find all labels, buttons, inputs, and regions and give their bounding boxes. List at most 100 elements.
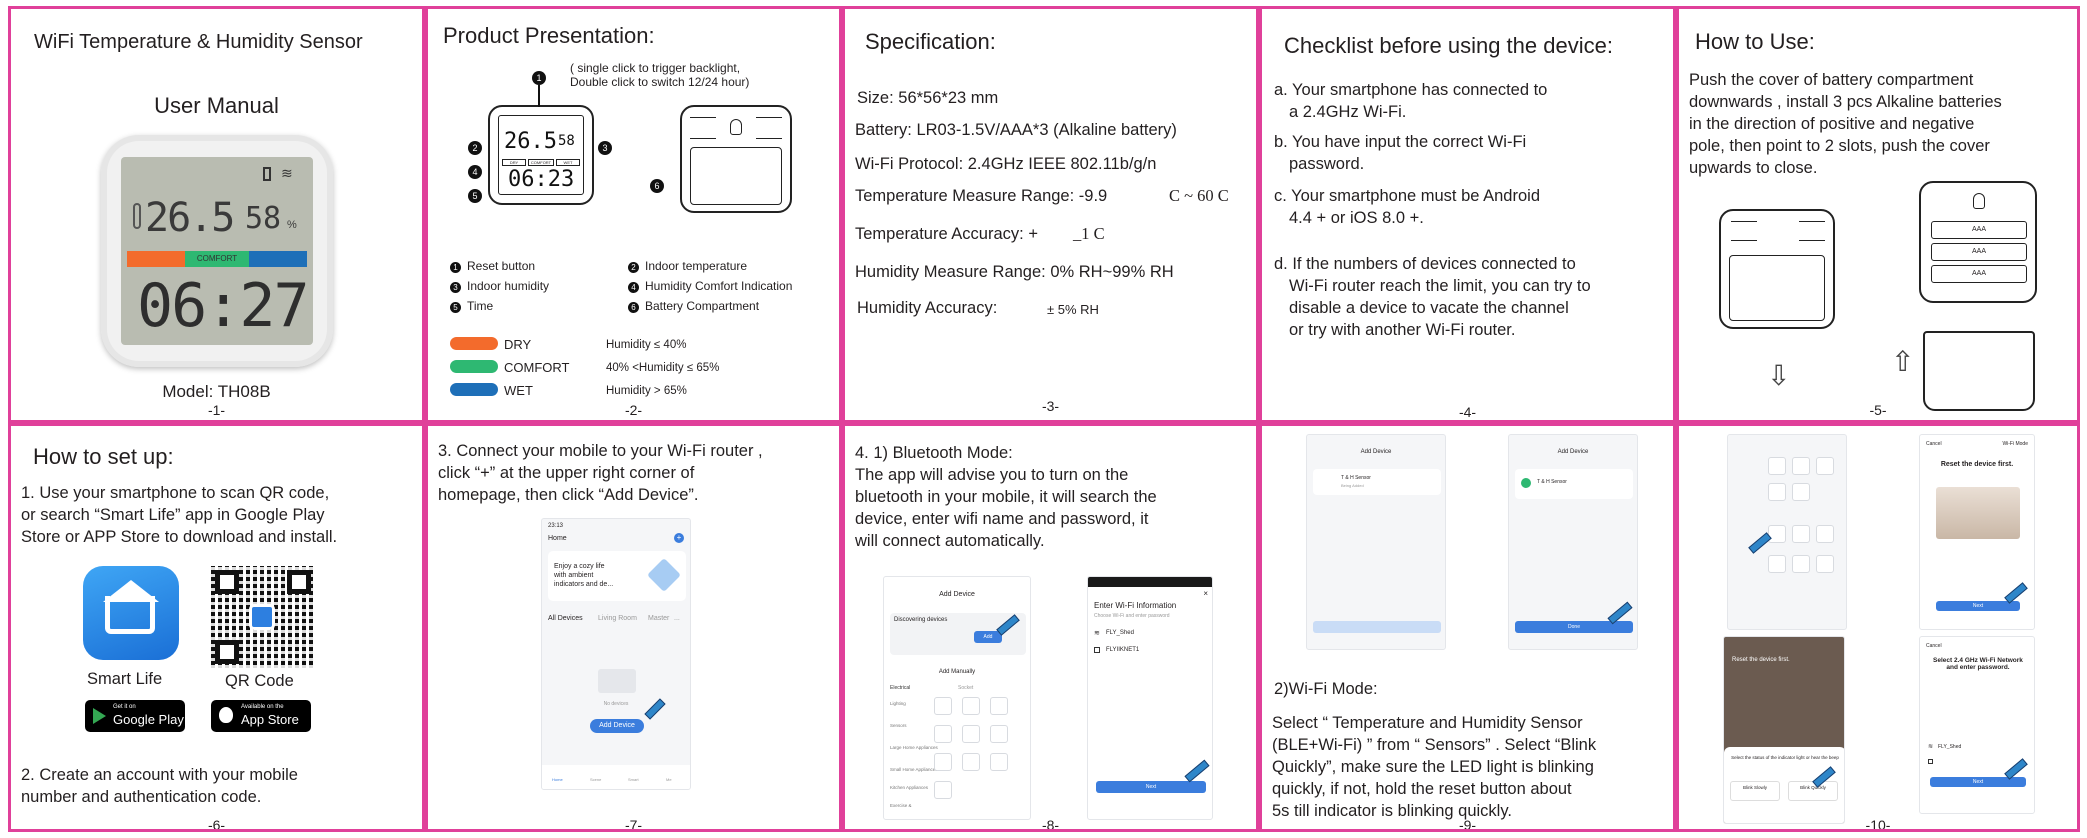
comfort-bar-dry xyxy=(127,251,185,267)
device-photo: 26.5 58 % ≋ COMFORT 06:27 xyxy=(101,135,333,367)
phone-screen-blink: Reset the device first. Select the statu… xyxy=(1723,636,1845,824)
phone-screen-reset: Cancel Wi-Fi Mode Reset the device first… xyxy=(1919,434,2035,630)
page-number: -7- xyxy=(624,817,643,832)
device-open-drawing xyxy=(1719,209,1835,329)
legend-2: 2 Indoor temperature xyxy=(628,259,747,273)
spec-temp-range-end: C ~ 60 C xyxy=(1169,186,1229,205)
spec-hum-range: Humidity Measure Range: 0% RH~99% RH xyxy=(855,263,1174,281)
phone-screen-discover: Add Device Discovering devices Add Add M… xyxy=(883,576,1031,820)
spec-battery: Battery: LR03-1.5V/AAA*3 (Alkaline batte… xyxy=(855,121,1177,139)
page-number: -3- xyxy=(1041,398,1060,414)
setup-l1: 1. Use your smartphone to scan QR code, xyxy=(21,484,330,502)
done-button[interactable]: Done xyxy=(1515,621,1633,633)
check-d3: disable a device to vacate the channel xyxy=(1289,299,1569,317)
phone-screen-wifi-select: Cancel Select 2.4 GHz Wi-Fi Network and … xyxy=(1919,636,2035,814)
app-store-badge[interactable]: Available on the App Store xyxy=(211,700,311,732)
battery-2: AAA xyxy=(1931,243,2027,261)
phone-screen-done: Add Device T & H Sensor Done xyxy=(1508,434,1638,650)
tab-living-room[interactable]: Living Room xyxy=(598,615,637,622)
legend-6: 6 Battery Compartment xyxy=(628,299,759,313)
wifi-mode-heading: 2)Wi-Fi Mode: xyxy=(1274,680,1378,698)
reset-note-1: ( single click to trigger backlight, xyxy=(570,61,741,75)
smart-life-app-icon[interactable] xyxy=(83,566,179,660)
ssid-field[interactable]: FLY_Shed xyxy=(1106,630,1134,636)
google-play-badge[interactable]: Get it on Google Play xyxy=(85,700,185,732)
pointer-arrow-icon xyxy=(1184,759,1210,783)
howto-l2: downwards , install 3 pcs Alkaline batte… xyxy=(1689,93,2002,111)
level-wet-swatch xyxy=(450,383,498,396)
bt-l5: will connect automatically. xyxy=(855,532,1045,550)
panel-title: Checklist before using the device: xyxy=(1284,33,1613,58)
drawing-tag-wet: WET xyxy=(556,159,580,166)
setup-l3: Store or APP Store to download and insta… xyxy=(21,528,338,546)
user-manual-title: User Manual xyxy=(154,93,279,118)
page-number: -2- xyxy=(624,402,643,418)
marker-2: 2 xyxy=(468,141,482,155)
bottom-nav: Home Scene Smart Me xyxy=(542,765,690,789)
phone-screen-adding: Add Device T & H Sensor Being Added xyxy=(1306,434,1446,650)
app-name: Smart Life xyxy=(87,670,163,688)
hanging-hole-icon xyxy=(730,119,742,135)
drawing-tag-dry: DRY xyxy=(502,159,526,166)
phone-screen-wifi: × Enter Wi-Fi Information Choose Wi-Fi a… xyxy=(1087,576,1213,820)
panel-title: How to set up: xyxy=(33,444,174,469)
thermometer-icon xyxy=(133,203,141,229)
check-b1: b. You have input the correct Wi-Fi xyxy=(1274,133,1527,151)
marker-6: 6 xyxy=(650,179,664,193)
spec-temp-accuracy-value: _1 C xyxy=(1073,224,1105,243)
marker-4: 4 xyxy=(468,165,482,179)
arrow-down-icon: ⇩ xyxy=(1767,360,1791,391)
marker-1: 1 xyxy=(532,71,546,85)
legend-4: 4 Humidity Comfort Indication xyxy=(628,279,792,293)
close-icon[interactable]: × xyxy=(1203,589,1208,598)
legend-3: 3 Indoor humidity xyxy=(450,279,549,293)
add-button[interactable]: Add xyxy=(974,631,1002,643)
check-c1: c. Your smartphone must be Android xyxy=(1274,187,1540,205)
check-d1: d. If the numbers of devices connected t… xyxy=(1274,255,1576,273)
setup-l5: number and authentication code. xyxy=(21,788,262,806)
bt-l3: bluetooth in your mobile, it will search… xyxy=(855,488,1157,506)
panel-3: Specification: Size: 56*56*23 mm Battery… xyxy=(842,6,1259,423)
wifi-mode-l4: quickly, if not, hold the reset button a… xyxy=(1272,780,1572,798)
battery-icon xyxy=(263,167,271,181)
device-photo xyxy=(1936,487,2020,539)
blink-quickly-option[interactable]: Blink Quickly xyxy=(1788,781,1838,801)
drawing-temp: 26.5 xyxy=(504,129,557,154)
manual-sheet: WiFi Temperature & Humidity Sensor User … xyxy=(8,6,2080,832)
next-button[interactable]: Next xyxy=(1930,777,2026,787)
qr-label: QR Code xyxy=(225,672,294,690)
comfort-bar-comfort: COMFORT xyxy=(185,251,249,267)
add-plus-button[interactable]: + xyxy=(674,533,684,543)
ssid-field[interactable]: FLY_Shed xyxy=(1938,744,1961,750)
tab-all-devices[interactable]: All Devices xyxy=(548,615,583,622)
legend-1: 1 Reset button xyxy=(450,259,535,273)
connect-l1: 3. Connect your mobile to your Wi-Fi rou… xyxy=(438,442,763,460)
apple-icon xyxy=(219,707,233,723)
tab-master[interactable]: Master xyxy=(648,615,669,622)
comfort-bar-wet xyxy=(249,251,307,267)
password-field[interactable]: FLYIIKNET1 xyxy=(1106,647,1139,653)
page-number: -6- xyxy=(207,817,226,832)
spec-wifi: Wi-Fi Protocol: 2.4GHz IEEE 802.11b/g/n xyxy=(855,155,1157,173)
tab-more[interactable]: ... xyxy=(674,615,680,622)
panel-2: Product Presentation: ( single click to … xyxy=(425,6,842,423)
lcd-temperature: 26.5 xyxy=(145,195,235,241)
page-number: -1- xyxy=(207,402,226,418)
wifi-icon: ≋ xyxy=(1928,744,1934,750)
wifi-icon: ≋ xyxy=(281,165,293,181)
add-device-button[interactable]: Add Device xyxy=(590,719,644,733)
panel-6: How to set up: 1. Use your smartphone to… xyxy=(8,423,425,832)
panel-7: 3. Connect your mobile to your Wi-Fi rou… xyxy=(425,423,842,832)
check-c2: 4.4 + or iOS 8.0 +. xyxy=(1289,209,1424,227)
device-front-drawing: 26.5 58 DRY COMFORT WET 06:23 xyxy=(488,105,594,205)
marker-5: 5 xyxy=(468,189,482,203)
phone-screen-home: 23:13 Home + Enjoy a cozy life with ambi… xyxy=(541,518,691,790)
welcome-card: Enjoy a cozy life with ambient indicator… xyxy=(548,551,686,601)
battery-cover-drawing xyxy=(1923,331,2035,411)
blink-slowly-option[interactable]: Blink Slowly xyxy=(1730,781,1780,801)
reset-note-2: Double click to switch 12/24 hour) xyxy=(570,75,750,89)
next-button[interactable]: Next xyxy=(1096,781,1206,793)
setup-l4: 2. Create an account with your mobile xyxy=(21,766,298,784)
drawing-tag-comfort: COMFORT xyxy=(528,159,554,166)
battery-cover-drawing xyxy=(690,147,782,205)
